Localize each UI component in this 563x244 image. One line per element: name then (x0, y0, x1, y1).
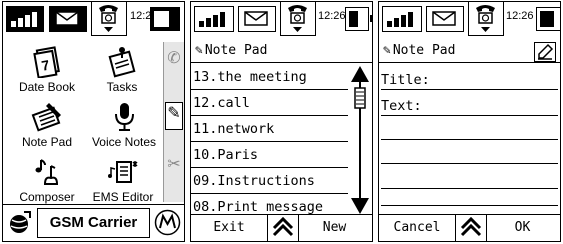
text-line[interactable] (381, 139, 558, 140)
mail-icon[interactable] (238, 6, 276, 32)
note-list-screen: 12:26 ✎ Note Pad 13.the meeting 12.call 1… (190, 1, 373, 242)
mail-icon[interactable] (426, 6, 464, 32)
app-title-bar: ✎ Note Pad (379, 40, 560, 63)
status-bar: 12:26 (191, 2, 372, 38)
list-item[interactable]: 09.Instructions (191, 168, 348, 194)
app-voice-notes[interactable]: Voice Notes (83, 101, 165, 149)
side-tab-strip[interactable]: ✆ ✎ ✂ (163, 42, 184, 202)
up-down-nav-icon[interactable] (455, 215, 487, 241)
scroll-thumb[interactable] (354, 87, 366, 109)
page-title: Note Pad (392, 43, 456, 58)
softkey-bar: Cancel OK (379, 214, 560, 241)
clock-time: 12:26 (318, 10, 346, 22)
network-globe-icon[interactable] (6, 210, 32, 236)
battery-icon (150, 7, 180, 31)
app-note-pad[interactable]: Note Pad (7, 101, 87, 149)
text-line[interactable] (381, 163, 558, 164)
status-bar: 12:26 (379, 2, 560, 38)
list-item[interactable]: 11.network (191, 116, 348, 142)
text-field[interactable]: Text: (381, 91, 558, 116)
note-list: 13.the meeting 12.call 11.network 10.Par… (191, 64, 348, 219)
motorola-logo-icon[interactable] (154, 209, 181, 236)
text-label: Text: (381, 98, 422, 114)
carrier-name: GSM Carrier (37, 208, 150, 238)
phone-icon[interactable] (280, 2, 316, 36)
list-item[interactable]: 10.Paris (191, 142, 348, 168)
tools-tab-icon[interactable]: ✂ (166, 154, 182, 180)
list-item[interactable]: 13.the meeting (191, 64, 348, 90)
app-title-bar: ✎ Note Pad (191, 40, 372, 63)
note-pad-icon: ✎ (195, 43, 203, 58)
app-composer[interactable]: Composer (5, 156, 89, 204)
signal-strength-icon (382, 6, 422, 32)
scroll-up-arrow-icon[interactable] (351, 66, 369, 82)
list-item[interactable]: 12.call (191, 90, 348, 116)
ems-editor-icon (108, 161, 138, 183)
ok-button[interactable]: OK (485, 215, 560, 241)
battery-icon (536, 7, 560, 31)
app-label: Date Book (18, 80, 76, 94)
tasks-icon (108, 47, 136, 78)
scroll-down-arrow-icon[interactable] (351, 198, 369, 214)
scrollbar[interactable] (350, 66, 370, 214)
page-title: Note Pad (204, 43, 268, 58)
note-pad-icon: ✎ (383, 43, 391, 58)
battery-icon (345, 7, 372, 31)
app-ems-editor[interactable]: EMS Editor (81, 156, 165, 204)
new-button[interactable]: New (297, 215, 372, 241)
softkey-bar: Exit New (191, 214, 372, 241)
app-label: Voice Notes (91, 135, 157, 149)
status-bar: 12:26 (3, 2, 184, 38)
note-edit-screen: 12:26 ✎ Note Pad Title: Text: Cancel OK (378, 1, 561, 242)
clock-time: 12:26 (506, 10, 534, 22)
text-line[interactable] (381, 188, 558, 189)
cancel-button[interactable]: Cancel (379, 215, 455, 241)
voice-notes-icon (115, 103, 134, 131)
note-pad-icon (31, 103, 61, 132)
app-label: Composer (19, 190, 75, 204)
app-label: Tasks (106, 80, 138, 94)
edit-pen-icon[interactable] (534, 42, 556, 62)
phone-icon[interactable] (91, 2, 127, 36)
signal-strength-icon (6, 6, 44, 32)
composer-icon (35, 159, 59, 185)
app-tasks[interactable]: Tasks (87, 46, 157, 94)
app-launcher-screen: 12:26 7 Date Book Tasks Note Pad Voice N… (2, 1, 185, 242)
mail-icon[interactable] (49, 6, 87, 32)
app-label: EMS Editor (92, 190, 154, 204)
up-down-nav-icon[interactable] (267, 215, 299, 241)
exit-button[interactable]: Exit (191, 215, 267, 241)
title-label: Title: (381, 72, 430, 88)
signal-strength-icon (194, 6, 234, 32)
app-label: Note Pad (21, 135, 73, 149)
phone-tab-icon[interactable]: ✆ (166, 48, 182, 74)
carrier-bar: GSM Carrier (3, 204, 184, 241)
text-line[interactable] (381, 205, 558, 206)
paperclip-tab-icon[interactable]: ✎ (165, 102, 183, 130)
app-date-book[interactable]: 7 Date Book (7, 46, 87, 94)
title-field[interactable]: Title: (381, 65, 558, 90)
phone-icon[interactable] (468, 2, 504, 36)
date-book-icon: 7 (33, 46, 60, 78)
